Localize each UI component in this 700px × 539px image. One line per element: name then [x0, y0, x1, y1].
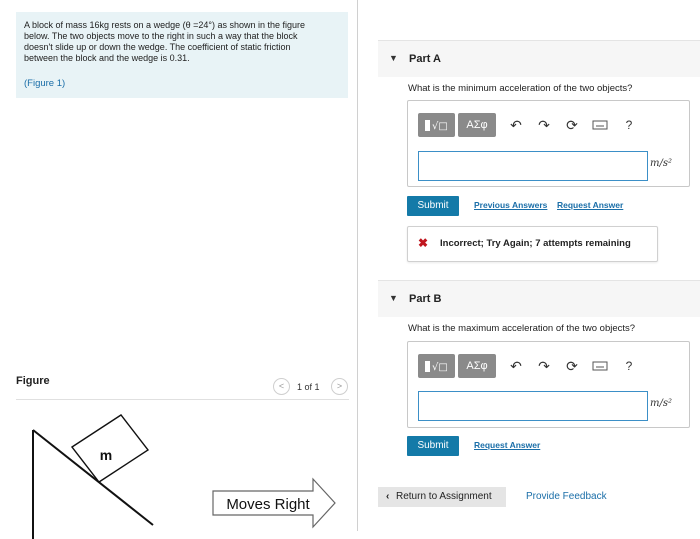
svg-text:√□: √□ — [432, 121, 448, 132]
templates-icon[interactable]: √□ — [418, 113, 455, 137]
part-b-submit-button[interactable]: Submit — [407, 436, 459, 456]
figure-label: Figure — [16, 375, 50, 387]
part-a-answer-input[interactable] — [418, 151, 648, 181]
part-a-submit-button[interactable]: Submit — [407, 196, 459, 216]
greek-group: ΑΣφ — [458, 113, 496, 137]
help-button[interactable]: ? — [620, 113, 638, 137]
templates-group: √□ — [418, 113, 455, 137]
greek-symbols-button[interactable]: ΑΣφ — [458, 113, 496, 137]
figure-link[interactable]: (Figure 1) — [24, 78, 65, 89]
keyboard-icon[interactable] — [591, 354, 609, 378]
part-b-title: Part B — [409, 293, 442, 305]
part-a-feedback: ✖ Incorrect; Try Again; 7 attempts remai… — [407, 226, 658, 262]
undo-icon[interactable]: ↶ — [507, 113, 525, 137]
moves-right-label: Moves Right — [226, 496, 310, 513]
feedback-text: Incorrect; Try Again; 7 attempts remaini… — [440, 238, 631, 249]
greek-symbols-button[interactable]: ΑΣφ — [458, 354, 496, 378]
help-button[interactable]: ? — [620, 354, 638, 378]
part-a-title: Part A — [409, 53, 441, 65]
redo-icon[interactable]: ↷ — [535, 354, 553, 378]
incorrect-icon: ✖ — [418, 236, 429, 250]
templates-icon[interactable]: √□ — [418, 354, 455, 378]
return-label: Return to Assignment — [396, 491, 492, 502]
part-b-question: What is the maximum acceleration of the … — [408, 323, 636, 334]
problem-text: A block of mass 16kg rests on a wedge (θ… — [24, 20, 340, 64]
reset-icon[interactable]: ⟳ — [563, 113, 581, 137]
keyboard-icon[interactable] — [591, 113, 609, 137]
problem-line: A block of mass 16kg rests on a wedge (θ… — [24, 20, 306, 30]
problem-line: between the block and the wedge is 0.31. — [24, 53, 190, 63]
part-b-answer-input[interactable] — [418, 391, 648, 421]
undo-icon[interactable]: ↶ — [507, 354, 525, 378]
part-b-answer-panel: √□ ΑΣφ ↶ ↷ ⟳ ? m/s² — [407, 341, 690, 428]
panel-divider — [357, 0, 358, 531]
chevron-left-icon: ‹ — [386, 491, 390, 502]
previous-answers-link[interactable]: Previous Answers — [474, 200, 547, 210]
part-a-request-answer-link[interactable]: Request Answer — [557, 200, 623, 210]
part-b-header[interactable]: ▼ Part B — [378, 280, 700, 317]
part-a-unit: m/s² — [650, 158, 672, 169]
figure-prev-button[interactable]: < — [273, 378, 290, 395]
part-a-answer-panel: √□ ΑΣφ ↶ ↷ ⟳ ? m/s² — [407, 100, 690, 187]
reset-icon[interactable]: ⟳ — [563, 354, 581, 378]
part-a-math-toolbar: √□ ΑΣφ ↶ ↷ ⟳ ? — [418, 113, 678, 137]
part-b-math-toolbar: √□ ΑΣφ ↶ ↷ ⟳ ? — [418, 354, 678, 378]
part-b-unit: m/s² — [650, 398, 672, 409]
provide-feedback-link[interactable]: Provide Feedback — [526, 491, 607, 502]
part-b-request-answer-link[interactable]: Request Answer — [474, 440, 540, 450]
wedge-figure: m Moves Right — [32, 414, 336, 539]
collapse-caret-icon[interactable]: ▼ — [389, 293, 398, 303]
problem-line: below. The two objects move to the right… — [24, 31, 298, 41]
figure-pager: 1 of 1 — [297, 382, 320, 392]
figure-next-button[interactable]: > — [331, 378, 348, 395]
svg-text:√□: √□ — [432, 362, 448, 373]
problem-line: doesn't slide up or down the wedge. The … — [24, 42, 291, 52]
part-a-question: What is the minimum acceleration of the … — [408, 83, 633, 94]
block-label: m — [100, 447, 112, 463]
part-a-header[interactable]: ▼ Part A — [378, 40, 700, 77]
redo-icon[interactable]: ↷ — [535, 113, 553, 137]
greek-group: ΑΣφ — [458, 354, 496, 378]
templates-group: √□ — [418, 354, 455, 378]
collapse-caret-icon[interactable]: ▼ — [389, 53, 398, 63]
return-to-assignment-button[interactable]: ‹ Return to Assignment — [378, 487, 506, 507]
